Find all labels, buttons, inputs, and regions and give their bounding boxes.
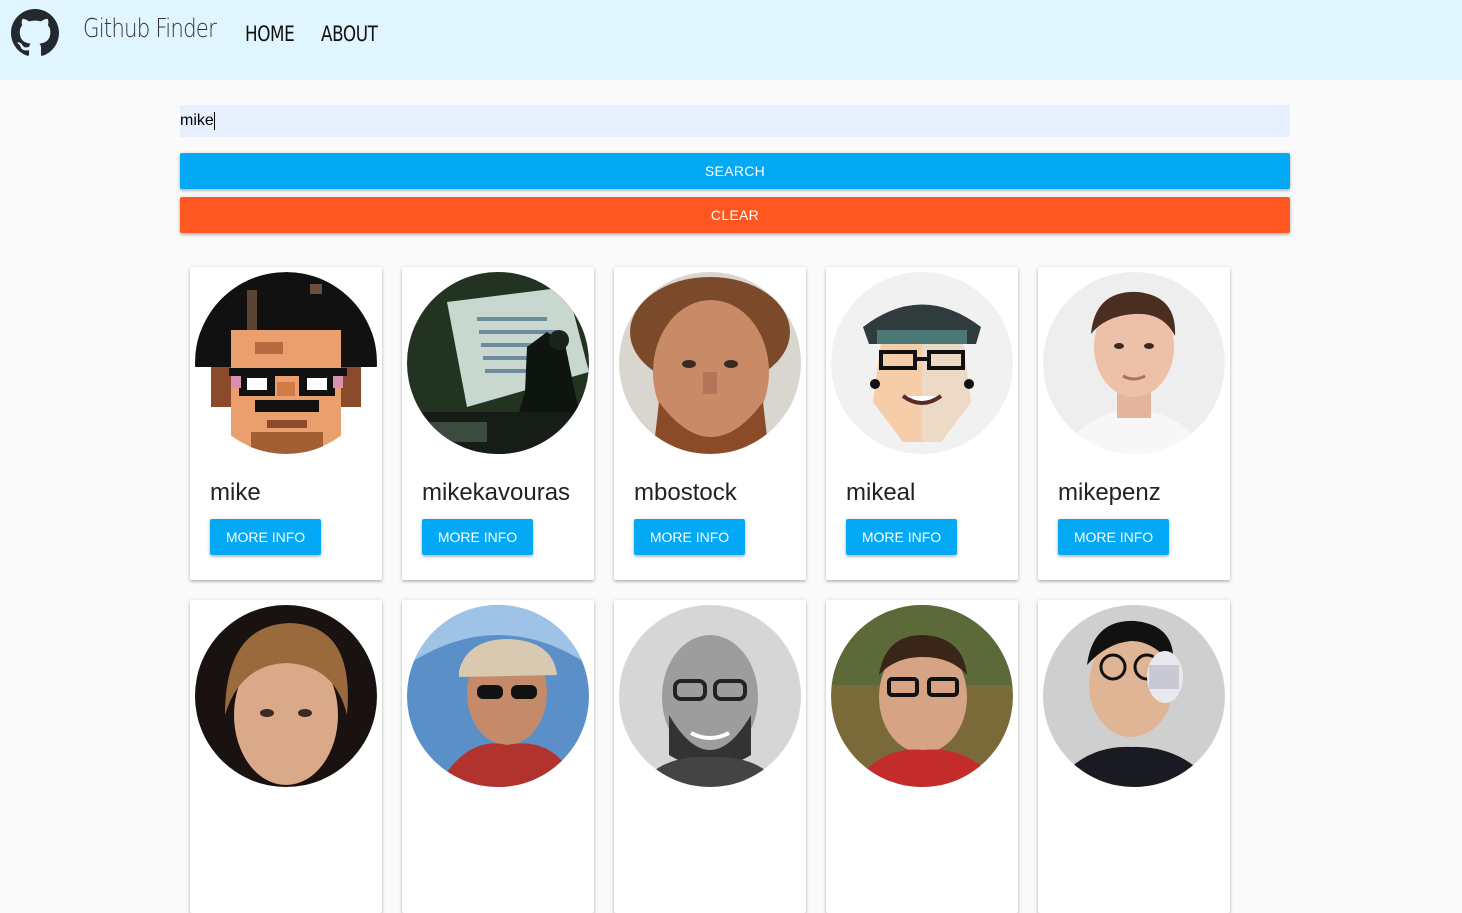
pixel-art-avatar (195, 272, 377, 454)
search-input[interactable] (180, 105, 1290, 137)
bearded-man-photo-avatar (619, 272, 801, 454)
text-cursor (214, 112, 215, 130)
navbar: Github Finder HOME ABOUT (0, 0, 1462, 80)
username: mike (210, 479, 261, 506)
username: mikepenz (1058, 479, 1161, 506)
user-card: mike MORE INFO (190, 267, 382, 580)
brand-title[interactable]: Github Finder (83, 14, 217, 44)
more-info-button[interactable]: MORE INFO (1058, 519, 1169, 555)
nav-link-home[interactable]: HOME (245, 22, 295, 46)
github-octocat-icon[interactable] (11, 9, 59, 57)
username: mikeal (846, 479, 916, 506)
cartoon-man-avatar (831, 272, 1013, 454)
more-info-button[interactable]: MORE INFO (634, 519, 745, 555)
presentation-photo-avatar (407, 272, 589, 454)
more-info-button[interactable]: MORE INFO (210, 519, 321, 555)
young-man-photo-avatar (1043, 272, 1225, 454)
user-card: mbostock MORE INFO (614, 267, 806, 580)
man-drinking-photo-avatar (1043, 605, 1225, 787)
nav-link-about[interactable]: ABOUT (321, 22, 378, 46)
user-card: mikeal MORE INFO (826, 267, 1018, 580)
clear-button[interactable]: CLEAR (180, 197, 1290, 233)
bald-man-bw-photo-avatar (619, 605, 801, 787)
search-button[interactable]: SEARCH (180, 153, 1290, 189)
man-glasses-photo-avatar (831, 605, 1013, 787)
user-card: mikekavouras MORE INFO (402, 267, 594, 580)
more-info-button[interactable]: MORE INFO (846, 519, 957, 555)
username: mikekavouras (422, 479, 571, 506)
man-sunglasses-photo-avatar (407, 605, 589, 787)
man-portrait-photo-avatar (195, 605, 377, 787)
more-info-button[interactable]: MORE INFO (422, 519, 533, 555)
username: mbostock (634, 479, 737, 506)
user-card: mikepenz MORE INFO (1038, 267, 1230, 580)
